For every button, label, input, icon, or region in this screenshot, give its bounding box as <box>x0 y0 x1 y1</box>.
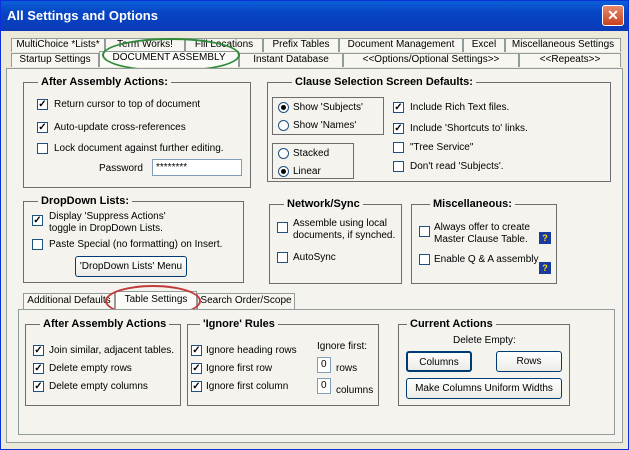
tab-repeats[interactable]: <<Repeats>> <box>519 53 621 67</box>
include-shortcuts-checkbox[interactable]: ✓ <box>393 123 404 134</box>
delete-rows-button[interactable]: Rows <box>496 351 562 372</box>
autosync-checkbox[interactable] <box>277 252 288 263</box>
clause-selection-title: Clause Selection Screen Defaults: <box>292 76 476 88</box>
delete-empty-columns-checkbox[interactable]: ✓ <box>33 381 44 392</box>
ignore-first-column-label: Ignore first column <box>206 381 289 392</box>
table-after-assembly-title: After Assembly Actions <box>40 318 170 330</box>
master-clause-table-label-line2: Master Clause Table. <box>434 234 528 245</box>
delete-empty-rows-checkbox[interactable]: ✓ <box>33 363 44 374</box>
suppress-actions-checkbox[interactable]: ✓ <box>32 215 43 226</box>
master-clause-table-checkbox[interactable] <box>419 226 430 237</box>
paste-special-checkbox[interactable] <box>32 239 43 250</box>
green-annotation-oval <box>102 38 240 72</box>
ignore-rows-field[interactable]: 0 <box>317 357 331 373</box>
tab-options-optional-settings[interactable]: <<Options/Optional Settings>> <box>343 53 519 67</box>
columns-unit-label: columns <box>336 385 374 396</box>
include-rich-text-checkbox[interactable]: ✓ <box>393 102 404 113</box>
assemble-local-label-line1: Assemble using local <box>293 218 387 229</box>
linear-radio[interactable] <box>278 166 289 177</box>
tab-excel[interactable]: Excel <box>463 38 505 52</box>
include-shortcuts-label: Include 'Shortcuts to' links. <box>410 123 528 134</box>
auto-update-checkbox[interactable]: ✓ <box>37 122 48 133</box>
ignore-heading-rows-checkbox[interactable]: ✓ <box>191 345 202 356</box>
tab-startup-settings[interactable]: Startup Settings <box>11 53 99 67</box>
stacked-radio[interactable] <box>278 148 289 159</box>
close-button[interactable]: ✕ <box>602 5 624 26</box>
suppress-actions-label-line1: Display 'Suppress Actions' <box>49 211 166 222</box>
qa-assembly-help-icon[interactable]: ? <box>539 262 551 274</box>
network-sync-group: Network/Sync <box>269 198 402 284</box>
current-actions-title: Current Actions <box>407 318 496 330</box>
delete-columns-button[interactable]: Columns <box>406 351 472 372</box>
lock-document-checkbox[interactable] <box>37 143 48 154</box>
include-rich-text-label: Include Rich Text files. <box>410 102 510 113</box>
ignore-columns-field[interactable]: 0 <box>317 378 331 394</box>
network-sync-title: Network/Sync <box>284 198 363 210</box>
ignore-rules-title: 'Ignore' Rules <box>200 318 278 330</box>
join-tables-label: Join similar, adjacent tables. <box>49 345 175 356</box>
delete-empty-label: Delete Empty: <box>453 335 516 346</box>
tab-prefix-tables[interactable]: Prefix Tables <box>263 38 339 52</box>
rows-unit-label: rows <box>336 363 358 374</box>
dropdown-lists-menu-button[interactable]: 'DropDown Lists' Menu <box>75 256 187 277</box>
show-names-radio[interactable] <box>278 120 289 131</box>
title-bar[interactable]: All Settings and Options ✕ <box>1 1 628 31</box>
return-cursor-label: Return cursor to top of document <box>54 99 201 110</box>
assemble-local-checkbox[interactable] <box>277 222 288 233</box>
miscellaneous-title: Miscellaneous: <box>430 198 515 210</box>
join-tables-checkbox[interactable]: ✓ <box>33 345 44 356</box>
tab-multichoice-lists[interactable]: MultiChoice *Lists* <box>11 38 105 52</box>
tab-search-order-scope[interactable]: Search Order/Scope <box>197 293 295 309</box>
dont-read-subjects-label: Don't read 'Subjects'. <box>410 161 504 172</box>
password-label: Password <box>99 163 143 174</box>
paste-special-label: Paste Special (no formatting) on Insert. <box>49 239 223 250</box>
tab-miscellaneous-settings[interactable]: Miscellaneous Settings <box>505 38 621 52</box>
ignore-first-column-checkbox[interactable]: ✓ <box>191 381 202 392</box>
tree-service-checkbox[interactable] <box>393 142 404 153</box>
tree-service-label: "Tree Service" <box>410 142 474 153</box>
show-names-label: Show 'Names' <box>293 120 357 131</box>
delete-empty-rows-label: Delete empty rows <box>49 363 132 374</box>
return-cursor-checkbox[interactable]: ✓ <box>37 99 48 110</box>
ignore-first-row-label: Ignore first row <box>206 363 273 374</box>
tab-instant-database[interactable]: Instant Database <box>239 53 343 67</box>
ignore-first-row-checkbox[interactable]: ✓ <box>191 363 202 374</box>
after-assembly-title: After Assembly Actions: <box>38 76 171 88</box>
tab-additional-defaults[interactable]: Additional Defaults <box>23 293 115 309</box>
ignore-first-label: Ignore first: <box>317 341 368 352</box>
settings-window: All Settings and Options ✕ MultiChoice *… <box>0 0 629 450</box>
password-field[interactable]: ******** <box>152 159 242 176</box>
tab-document-management[interactable]: Document Management <box>339 38 463 52</box>
show-subjects-label: Show 'Subjects' <box>293 102 363 113</box>
dropdown-lists-title: DropDown Lists: <box>38 195 132 207</box>
linear-label: Linear <box>293 166 321 177</box>
dont-read-subjects-checkbox[interactable] <box>393 161 404 172</box>
show-subjects-radio[interactable] <box>278 102 289 113</box>
enable-qa-assembly-label: Enable Q & A assembly <box>434 254 539 265</box>
master-clause-help-icon[interactable]: ? <box>539 232 551 244</box>
delete-empty-columns-label: Delete empty columns <box>49 381 148 392</box>
make-columns-uniform-button[interactable]: Make Columns Uniform Widths <box>406 378 562 399</box>
window-title: All Settings and Options <box>7 8 158 23</box>
ignore-heading-rows-label: Ignore heading rows <box>206 345 297 356</box>
stacked-label: Stacked <box>293 148 330 159</box>
master-clause-table-label-line1: Always offer to create <box>434 222 530 233</box>
lock-document-label: Lock document against further editing. <box>54 143 224 154</box>
enable-qa-assembly-checkbox[interactable] <box>419 254 430 265</box>
autosync-label: AutoSync <box>293 252 336 263</box>
suppress-actions-label-line2: toggle in DropDown Lists. <box>49 223 163 234</box>
assemble-local-label-line2: documents, if synched. <box>293 230 396 241</box>
auto-update-label: Auto-update cross-references <box>54 122 186 133</box>
